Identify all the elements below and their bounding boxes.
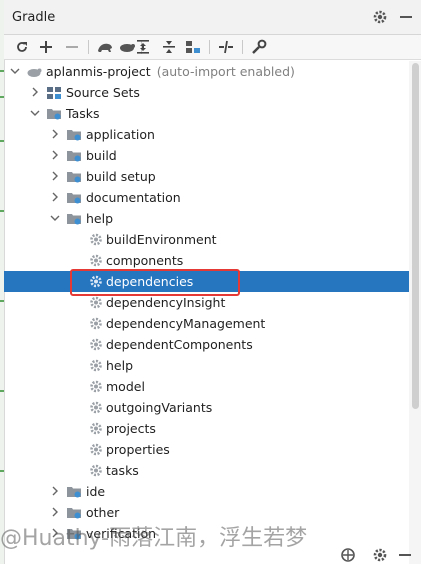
remove-icon[interactable] — [63, 38, 81, 56]
task-item[interactable]: help — [4, 355, 409, 376]
chevron-down-icon[interactable] — [50, 213, 60, 223]
tree-root-row[interactable]: aplanmis-project (auto-import enabled) — [4, 61, 409, 82]
tree-item-task-group[interactable]: build setup — [4, 166, 409, 187]
gear-icon — [88, 442, 104, 457]
tree-item-source-sets[interactable]: Source Sets — [4, 82, 409, 103]
scrollbar-thumb[interactable] — [412, 63, 419, 409]
minimize-icon[interactable] — [398, 9, 414, 25]
task-label: components — [106, 253, 184, 268]
minimize-icon[interactable] — [397, 547, 413, 563]
tree-item-task-group[interactable]: documentation — [4, 187, 409, 208]
gradle-project-tree: aplanmis-project (auto-import enabled) So… — [4, 61, 409, 564]
tool-window-header: Gradle — [4, 0, 421, 35]
task-item[interactable]: buildEnvironment — [4, 229, 409, 250]
gear-icon — [88, 379, 104, 394]
tree-label: other — [86, 505, 120, 520]
task-label: model — [106, 379, 145, 394]
task-item[interactable]: projects — [4, 418, 409, 439]
gear-icon — [88, 421, 104, 436]
vertical-scrollbar[interactable] — [409, 61, 421, 564]
tree-label: documentation — [86, 190, 181, 205]
tool-window-title: Gradle — [12, 10, 56, 25]
source-sets-icon — [46, 85, 62, 100]
folder-gear-icon — [66, 484, 82, 499]
gear-icon[interactable] — [372, 9, 388, 25]
folder-gear-icon — [66, 169, 82, 184]
folder-gear-icon — [66, 148, 82, 163]
gradle-toolbar — [4, 35, 421, 60]
tree-label: ide — [86, 484, 106, 499]
chevron-down-icon[interactable] — [30, 108, 40, 118]
toolbar-separator — [209, 40, 210, 54]
task-item[interactable]: properties — [4, 439, 409, 460]
annotation-highlight-box — [70, 269, 240, 296]
project-status: (auto-import enabled) — [156, 64, 295, 79]
toggle-dependencies-icon[interactable] — [217, 38, 235, 56]
gear-icon[interactable] — [372, 547, 388, 563]
task-label: help — [106, 358, 134, 373]
gear-icon — [88, 337, 104, 352]
chevron-down-icon[interactable] — [10, 66, 20, 76]
task-item[interactable]: dependentComponents — [4, 334, 409, 355]
toolbar-separator — [242, 40, 243, 54]
gear-icon — [88, 253, 104, 268]
tree-label: help — [86, 211, 114, 226]
task-label: tasks — [106, 463, 139, 478]
toolbar-separator — [88, 40, 89, 54]
gear-icon — [88, 358, 104, 373]
refresh-icon[interactable] — [13, 38, 31, 56]
chevron-right-icon[interactable] — [30, 87, 40, 97]
task-label: buildEnvironment — [106, 232, 217, 247]
chevron-right-icon[interactable] — [50, 129, 60, 139]
add-icon[interactable] — [37, 38, 55, 56]
chevron-right-icon[interactable] — [50, 486, 60, 496]
folder-gear-icon — [66, 211, 82, 226]
chevron-right-icon[interactable] — [50, 171, 60, 181]
chevron-right-icon[interactable] — [50, 150, 60, 160]
tree-item-task-group[interactable]: application — [4, 124, 409, 145]
gear-icon — [88, 316, 104, 331]
chevron-right-icon[interactable] — [50, 192, 60, 202]
execute-task-icon[interactable] — [96, 38, 114, 56]
tree-label: Tasks — [66, 106, 100, 121]
gear-icon — [88, 232, 104, 247]
tree-label: build setup — [86, 169, 156, 184]
tree-item-task-group[interactable]: build — [4, 145, 409, 166]
task-item[interactable]: components — [4, 250, 409, 271]
task-label: properties — [106, 442, 170, 457]
task-item[interactable]: outgoingVariants — [4, 397, 409, 418]
tree-label: application — [86, 127, 155, 142]
task-label: dependencyManagement — [106, 316, 266, 331]
task-item[interactable]: tasks — [4, 460, 409, 481]
folder-gear-icon — [66, 190, 82, 205]
settings-wrench-icon[interactable] — [250, 38, 268, 56]
gear-icon — [88, 295, 104, 310]
watermark: @Huathy-雨落江南，浮生若梦 — [0, 526, 308, 551]
task-label: dependentComponents — [106, 337, 253, 352]
task-label: dependencyInsight — [106, 295, 226, 310]
group-modules-icon[interactable] — [184, 38, 202, 56]
tree-label: build — [86, 148, 117, 163]
tree-label: Source Sets — [66, 85, 140, 100]
chevron-right-icon[interactable] — [50, 507, 60, 517]
task-item[interactable]: dependencyManagement — [4, 313, 409, 334]
task-label: outgoingVariants — [106, 400, 213, 415]
tree-item-tasks[interactable]: Tasks — [4, 103, 409, 124]
folder-gear-icon — [66, 127, 82, 142]
task-item[interactable]: model — [4, 376, 409, 397]
project-name: aplanmis-project — [46, 64, 151, 79]
collapse-all-icon[interactable] — [160, 38, 178, 56]
tasks-folder-gear-icon — [46, 106, 62, 121]
gear-icon — [88, 400, 104, 415]
gradle-elephant-icon — [26, 64, 42, 79]
task-label: projects — [106, 421, 156, 436]
tree-item-help-group[interactable]: help — [4, 208, 409, 229]
move-icon[interactable] — [340, 547, 356, 563]
gear-icon — [88, 463, 104, 478]
expand-all-icon[interactable] — [134, 38, 152, 56]
tree-item-task-group[interactable]: ide — [4, 481, 409, 502]
folder-gear-icon — [66, 505, 82, 520]
